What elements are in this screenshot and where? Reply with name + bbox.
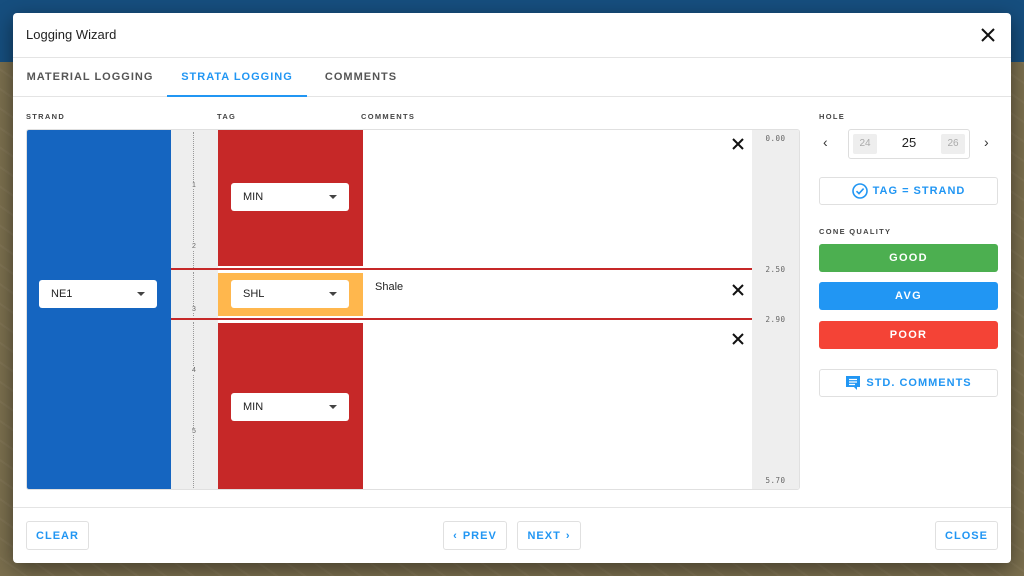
close-label: CLOSE xyxy=(945,529,988,542)
next-label: NEXT xyxy=(527,529,561,542)
tab-bar: MATERIAL LOGGING STRATA LOGGING COMMENTS xyxy=(13,58,1011,97)
strand-column-label: STRAND xyxy=(26,112,66,121)
depth-label: 2.90 xyxy=(765,315,786,324)
stratum-row: MIN xyxy=(218,323,799,489)
cone-quality-good-button[interactable]: GOOD xyxy=(819,244,998,272)
comment-cell[interactable] xyxy=(363,130,754,266)
tab-strata-logging[interactable]: STRATA LOGGING xyxy=(167,58,307,97)
tag-select-value: MIN xyxy=(243,191,264,203)
tag-cell: MIN xyxy=(218,130,363,266)
tag-select-value: SHL xyxy=(243,288,265,300)
cone-quality-poor-button[interactable]: POOR xyxy=(819,321,998,349)
next-button[interactable]: NEXT › xyxy=(517,521,581,550)
tag-select-value: MIN xyxy=(243,401,264,413)
comments-column-label: COMMENTS xyxy=(361,112,416,121)
comment-icon xyxy=(846,376,861,390)
chevron-left-icon: ‹ xyxy=(453,529,458,542)
depth-column: 0.00 2.50 2.90 5.70 xyxy=(752,130,799,489)
tag-cell: SHL xyxy=(218,273,363,316)
chevron-down-icon xyxy=(137,292,145,296)
stratum-row: SHL Shale xyxy=(218,273,799,316)
ruler-mark: 1 xyxy=(189,182,199,189)
tag-select[interactable]: MIN xyxy=(231,183,349,211)
depth-label: 2.50 xyxy=(765,265,786,274)
chevron-right-icon: › xyxy=(565,529,571,542)
cone-quality-avg-button[interactable]: AVG xyxy=(819,282,998,310)
ruler-mark: 3 xyxy=(189,306,199,313)
prev-button[interactable]: ‹ PREV xyxy=(443,521,507,550)
comment-cell[interactable] xyxy=(363,323,754,489)
stratum-row: MIN xyxy=(218,130,799,266)
stratum-boundary[interactable] xyxy=(171,318,754,320)
comment-text: Shale xyxy=(375,281,404,293)
ruler-dots xyxy=(193,322,194,488)
chevron-down-icon xyxy=(329,195,337,199)
tag-select[interactable]: MIN xyxy=(231,393,349,421)
comment-cell[interactable]: Shale xyxy=(363,273,754,316)
std-comments-button[interactable]: STD. COMMENTS xyxy=(819,369,998,397)
delete-stratum-icon[interactable] xyxy=(730,282,746,298)
hole-selector: 24 25 26 xyxy=(848,129,970,159)
hole-next-value[interactable]: 26 xyxy=(941,134,965,154)
close-icon[interactable] xyxy=(978,25,998,45)
chevron-down-icon xyxy=(329,292,337,296)
tag-equals-strand-button[interactable]: TAG = STRAND xyxy=(819,177,998,205)
dialog-header: Logging Wizard xyxy=(13,13,1011,58)
tag-cell: MIN xyxy=(218,323,363,489)
delete-stratum-icon[interactable] xyxy=(730,136,746,152)
std-comments-label: STD. COMMENTS xyxy=(866,377,972,389)
chevron-down-icon xyxy=(329,405,337,409)
clear-label: CLEAR xyxy=(36,529,79,542)
delete-stratum-icon[interactable] xyxy=(730,331,746,347)
ruler-mark: 2 xyxy=(189,243,199,250)
ruler-mark: 4 xyxy=(189,367,199,374)
cone-quality-label: CONE QUALITY xyxy=(819,227,892,236)
clear-button[interactable]: CLEAR xyxy=(26,521,89,550)
tab-material-logging[interactable]: MATERIAL LOGGING xyxy=(13,58,167,96)
close-button[interactable]: CLOSE xyxy=(935,521,998,550)
tag-equals-strand-label: TAG = STRAND xyxy=(872,185,966,197)
logging-wizard-dialog: Logging Wizard MATERIAL LOGGING STRATA L… xyxy=(13,13,1011,563)
hole-label: HOLE xyxy=(819,112,846,121)
dialog-title: Logging Wizard xyxy=(26,27,117,42)
footer-divider xyxy=(13,507,1011,508)
ruler-mark: 5 xyxy=(189,428,199,435)
depth-ruler: 1 2 3 4 5 xyxy=(171,130,218,489)
prev-label: PREV xyxy=(462,529,497,542)
hole-next-chevron-icon[interactable]: › xyxy=(984,134,989,150)
check-circle-icon xyxy=(851,183,868,199)
strand-select[interactable]: NE1 xyxy=(39,280,157,308)
strata-grid: NE1 1 2 3 4 5 MIN SHL Shale MIN 0.00 2.5… xyxy=(26,129,800,490)
depth-label: 0.00 xyxy=(765,134,786,143)
depth-label: 5.70 xyxy=(765,476,786,485)
tag-select[interactable]: SHL xyxy=(231,280,349,308)
tag-column-label: TAG xyxy=(217,112,237,121)
stratum-boundary[interactable] xyxy=(171,268,754,270)
hole-prev-chevron-icon[interactable]: ‹ xyxy=(823,134,828,150)
strand-column: NE1 xyxy=(27,130,171,489)
tab-comments[interactable]: COMMENTS xyxy=(307,58,415,96)
strand-select-value: NE1 xyxy=(51,288,73,300)
